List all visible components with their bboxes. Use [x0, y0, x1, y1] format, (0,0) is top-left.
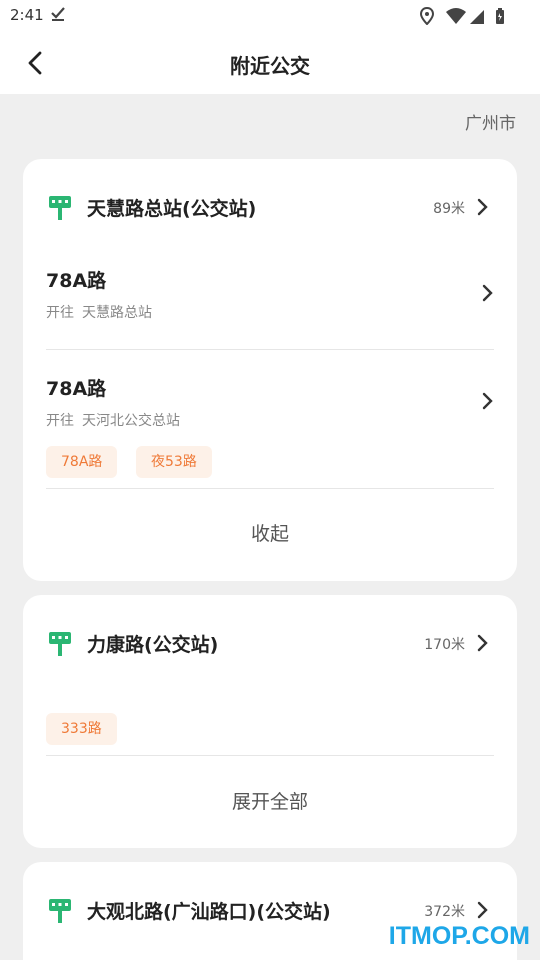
battery-icon: [496, 8, 504, 24]
stop-distance: 372米: [424, 904, 465, 920]
page-title: 附近公交: [230, 54, 310, 78]
stop-card: 天慧路总站(公交站) 89米 78A路 开往 天慧路总站 78A路 开往 天河北公交…: [23, 159, 517, 581]
route-destination: 天河北公交总站: [82, 413, 180, 429]
location-icon: [420, 7, 435, 25]
collapse-button[interactable]: 收起: [23, 519, 517, 546]
divider: [46, 488, 494, 489]
expand-all-button[interactable]: 展开全部: [23, 787, 517, 814]
route-row[interactable]: 78A路 开往 天河北公交总站: [46, 374, 494, 434]
route-direction-label: 开往: [46, 413, 74, 429]
route-tag[interactable]: 333路: [46, 713, 117, 745]
signal-icon: [470, 10, 484, 24]
divider: [46, 349, 494, 350]
divider: [46, 755, 494, 756]
route-tag[interactable]: 78A路: [46, 446, 118, 478]
watermark: ITMOP.COM: [388, 922, 530, 950]
bus-stop-icon: [49, 632, 71, 656]
stop-name: 力康路(公交站): [87, 634, 219, 656]
status-icons: [420, 7, 504, 25]
chevron-right-icon: [482, 392, 493, 410]
route-name: 78A路: [46, 270, 107, 292]
stop-distance: 89米: [433, 201, 465, 217]
stop-distance: 170米: [424, 637, 465, 653]
stop-name: 天慧路总站(公交站): [87, 198, 257, 220]
city-selector[interactable]: 广州市: [465, 109, 516, 134]
chevron-right-icon: [477, 198, 488, 216]
stop-name: 大观北路(广汕路口)(公交站): [87, 901, 331, 923]
chevron-right-icon: [477, 901, 488, 919]
stop-header[interactable]: 力康路(公交站) 170米: [23, 595, 517, 691]
route-destination: 天慧路总站: [82, 305, 152, 321]
bus-stop-icon: [49, 196, 71, 220]
stop-card: 力康路(公交站) 170米 333路 展开全部: [23, 595, 517, 848]
stop-header[interactable]: 天慧路总站(公交站) 89米: [23, 159, 517, 255]
chevron-right-icon: [477, 634, 488, 652]
bus-stop-icon: [49, 899, 71, 923]
app-header: 附近公交: [0, 32, 540, 94]
wifi-icon: [446, 8, 466, 24]
route-direction: 开往 天河北公交总站: [46, 410, 180, 430]
status-time: 2:41: [10, 6, 44, 24]
route-direction: 开往 天慧路总站: [46, 302, 152, 322]
route-direction-label: 开往: [46, 305, 74, 321]
chevron-right-icon: [482, 284, 493, 302]
download-done-icon: [51, 7, 65, 21]
route-tag[interactable]: 夜53路: [136, 446, 212, 478]
route-row[interactable]: 78A路 开往 天慧路总站: [46, 266, 494, 326]
route-name: 78A路: [46, 378, 107, 400]
status-bar: 2:41: [0, 0, 540, 32]
